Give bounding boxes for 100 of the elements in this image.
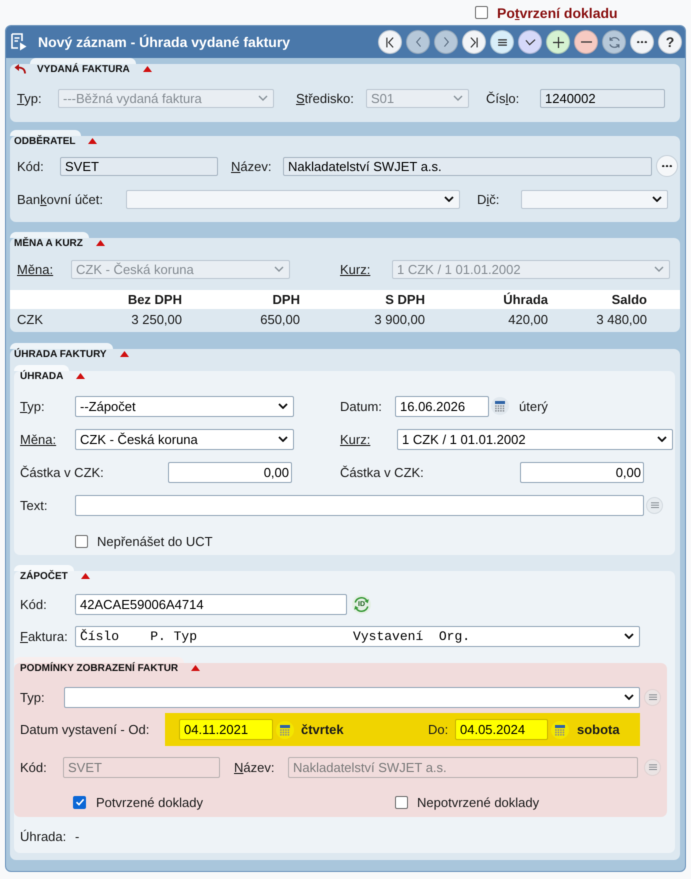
skip-to-start-icon <box>386 36 394 48</box>
add-button[interactable] <box>546 30 570 54</box>
type-label: Typ: <box>20 398 45 414</box>
cost-center-label: Středisko: <box>296 90 354 106</box>
type-label: Typ: <box>20 690 45 704</box>
amount-label: Částka v CZK: <box>20 464 104 480</box>
chevron-down-icon <box>274 266 284 272</box>
help-button[interactable]: ? <box>658 30 682 54</box>
first-record-button[interactable] <box>378 30 402 54</box>
chevron-down-icon <box>278 436 288 442</box>
calendar-icon[interactable] <box>491 397 509 415</box>
rate-label: Kurz: <box>340 262 370 276</box>
document-arrow-icon <box>11 33 27 51</box>
invoice-select[interactable]: Číslo P. Typ Vystavení Org. <box>75 626 640 646</box>
weekday-label: čtvrtek <box>301 722 344 737</box>
code-label: Kód: <box>17 158 44 174</box>
currency-label: Měna: <box>20 432 56 446</box>
more-button[interactable] <box>630 30 654 54</box>
name-field[interactable]: Nakladatelství SWJET a.s. <box>283 156 652 176</box>
chevron-down-icon <box>652 196 662 202</box>
amount-label: Částka v CZK: <box>340 464 424 480</box>
calendar-icon[interactable] <box>276 720 294 738</box>
plus-icon <box>552 36 564 48</box>
table-cell: 3 900,00 <box>374 312 425 327</box>
circular-arrows-icon <box>352 594 371 614</box>
table-cell: 3 250,00 <box>131 312 182 327</box>
rate-label: Kurz: <box>340 432 370 446</box>
tax-id-label: Dič: <box>477 192 500 206</box>
last-record-button[interactable] <box>462 30 486 54</box>
check-icon <box>524 38 536 46</box>
table-cell: 420,00 <box>508 312 548 327</box>
menu-icon <box>648 764 656 770</box>
text-field[interactable] <box>75 494 644 516</box>
checkbox[interactable] <box>75 534 88 548</box>
checkbox[interactable] <box>73 796 86 808</box>
to-label: Do: <box>428 722 448 737</box>
window-title: Nový záznam - Úhrada vydané faktury <box>38 34 290 50</box>
table-cell: 3 480,00 <box>596 312 647 327</box>
code-label: Kód: <box>20 596 47 612</box>
triangle-up-icon[interactable] <box>80 573 90 579</box>
column-header: S DPH <box>385 292 425 307</box>
more-icon <box>662 164 672 168</box>
chevron-left-icon <box>416 37 420 47</box>
code-field[interactable]: SVET <box>60 156 218 176</box>
type-label: Typ: <box>17 90 42 106</box>
chevron-down-icon <box>624 694 634 700</box>
weekday-label: sobota <box>577 722 620 737</box>
rate-select[interactable]: 1 CZK / 1 01.01.2002 <box>397 428 673 450</box>
confirmed-documents-label: Potvrzené doklady <box>96 794 203 810</box>
currency-label: Měna: <box>17 262 54 276</box>
chevron-down-icon <box>258 95 268 101</box>
triangle-up-icon[interactable] <box>96 240 105 246</box>
list-button[interactable] <box>490 30 514 54</box>
triangle-up-icon[interactable] <box>120 351 129 357</box>
confirm-button[interactable] <box>518 30 542 54</box>
column-header: Saldo <box>612 292 647 307</box>
chevron-down-icon <box>278 403 288 409</box>
minus-icon <box>580 41 592 43</box>
payment-value: - <box>75 828 80 844</box>
number-field[interactable]: 1240002 <box>540 88 665 108</box>
chevron-down-icon <box>654 266 664 272</box>
triangle-up-icon[interactable] <box>191 665 200 671</box>
no-transfer-label: Nepřenášet do UCT <box>97 534 213 548</box>
type-select[interactable]: --Zápočet <box>75 396 294 416</box>
weekday-label: úterý <box>519 398 548 414</box>
more-button[interactable] <box>656 155 678 177</box>
chevron-down-icon <box>453 95 463 101</box>
currency-select[interactable]: CZK - Česká koruna <box>75 428 294 450</box>
code-label: Kód: <box>20 760 47 774</box>
date-label: Datum: <box>340 398 382 414</box>
date-field[interactable]: 04.05.2024 <box>455 719 548 740</box>
more-icon <box>637 40 647 44</box>
column-header: DPH <box>272 292 300 307</box>
menu-icon <box>650 502 658 508</box>
checkbox[interactable] <box>475 6 488 19</box>
table-cell: 650,00 <box>260 312 300 327</box>
menu-icon <box>498 38 506 46</box>
confirm-document-label: Potvrzení dokladu <box>497 4 618 20</box>
curved-arrow-icon[interactable] <box>14 64 26 74</box>
payment-label: Úhrada: <box>20 828 66 844</box>
triangle-up-icon[interactable] <box>76 373 86 379</box>
date-field[interactable]: 04.11.2021 <box>179 719 273 740</box>
chevron-right-icon <box>444 37 448 47</box>
table-cell-text: CZK <box>16 312 43 327</box>
checkbox[interactable] <box>395 796 408 808</box>
refresh-icon <box>608 36 620 48</box>
skip-to-end-icon <box>470 36 478 48</box>
amount-field[interactable]: 0,00 <box>168 462 292 482</box>
chevron-down-icon <box>444 196 454 202</box>
amount-field[interactable]: 0,00 <box>520 462 644 482</box>
name-label: Název: <box>234 760 274 774</box>
triangle-up-icon[interactable] <box>142 66 152 72</box>
column-header: Bez DPH <box>128 292 182 307</box>
calendar-icon[interactable] <box>551 720 569 738</box>
text-label: Text: <box>20 498 48 512</box>
code-field[interactable]: 42ACAE59006A4714 <box>75 594 347 614</box>
triangle-up-icon[interactable] <box>88 138 98 144</box>
unconfirmed-documents-label: Nepotvrzené doklady <box>417 794 540 810</box>
date-field[interactable]: 16.06.2026 <box>395 396 489 416</box>
type-select[interactable] <box>64 686 640 708</box>
